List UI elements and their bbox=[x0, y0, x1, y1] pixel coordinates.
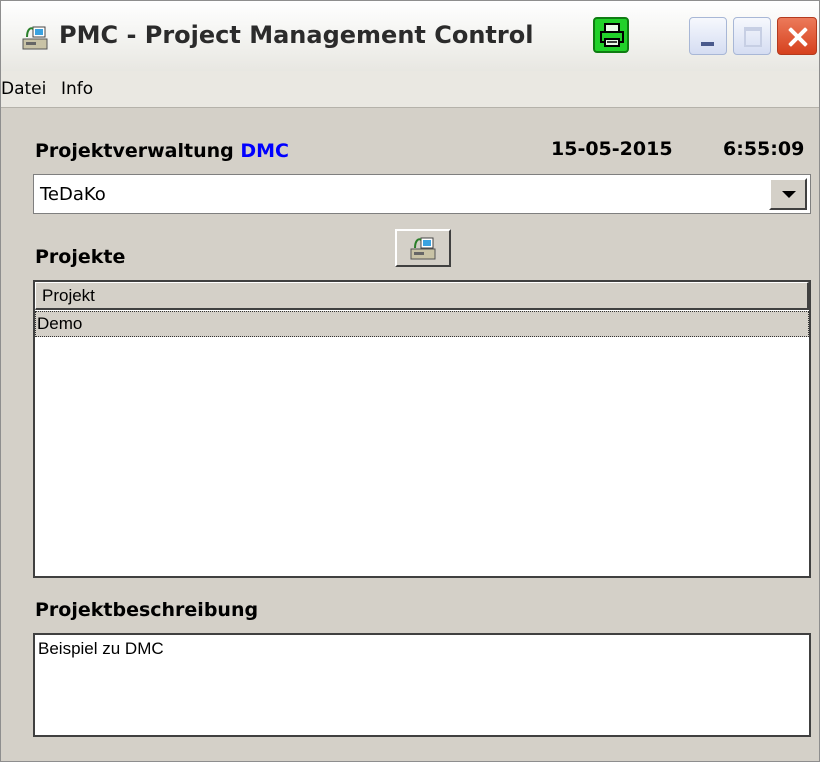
refresh-projects-button[interactable] bbox=[395, 229, 451, 267]
app-icon bbox=[21, 23, 51, 53]
menu-info[interactable]: Info bbox=[61, 79, 93, 99]
project-admin-value: TeDaKo bbox=[40, 184, 106, 205]
header-label-text: Projektverwaltung bbox=[35, 140, 234, 162]
minimize-button[interactable] bbox=[689, 17, 727, 55]
dropdown-button[interactable] bbox=[769, 178, 807, 210]
header-label: Projektverwaltung DMC bbox=[35, 140, 289, 162]
description-text: Beispiel zu DMC bbox=[38, 639, 164, 658]
list-item[interactable]: Demo bbox=[35, 311, 809, 337]
close-button[interactable] bbox=[777, 17, 817, 55]
project-admin-select[interactable]: TeDaKo bbox=[33, 174, 811, 214]
main-window: PMC - Project Management Control Datei I… bbox=[0, 0, 820, 762]
menu-datei[interactable]: Datei bbox=[1, 79, 46, 99]
column-header-label: Projekt bbox=[42, 286, 95, 305]
header-accent: DMC bbox=[240, 140, 289, 162]
menu-bar: Datei Info bbox=[1, 71, 819, 108]
projects-label: Projekte bbox=[35, 246, 126, 268]
print-button[interactable] bbox=[593, 17, 629, 53]
window-title: PMC - Project Management Control bbox=[59, 21, 534, 49]
title-bar[interactable]: PMC - Project Management Control bbox=[1, 1, 819, 71]
description-label: Projektbeschreibung bbox=[35, 599, 259, 621]
projects-list[interactable]: Projekt Demo bbox=[33, 280, 811, 578]
maximize-button bbox=[733, 17, 771, 55]
current-date: 15-05-2015 bbox=[551, 138, 673, 160]
description-field[interactable]: Beispiel zu DMC bbox=[33, 633, 811, 737]
current-time: 6:55:09 bbox=[723, 138, 805, 160]
list-item-label: Demo bbox=[37, 314, 83, 333]
column-header-projekt[interactable]: Projekt bbox=[35, 282, 809, 310]
